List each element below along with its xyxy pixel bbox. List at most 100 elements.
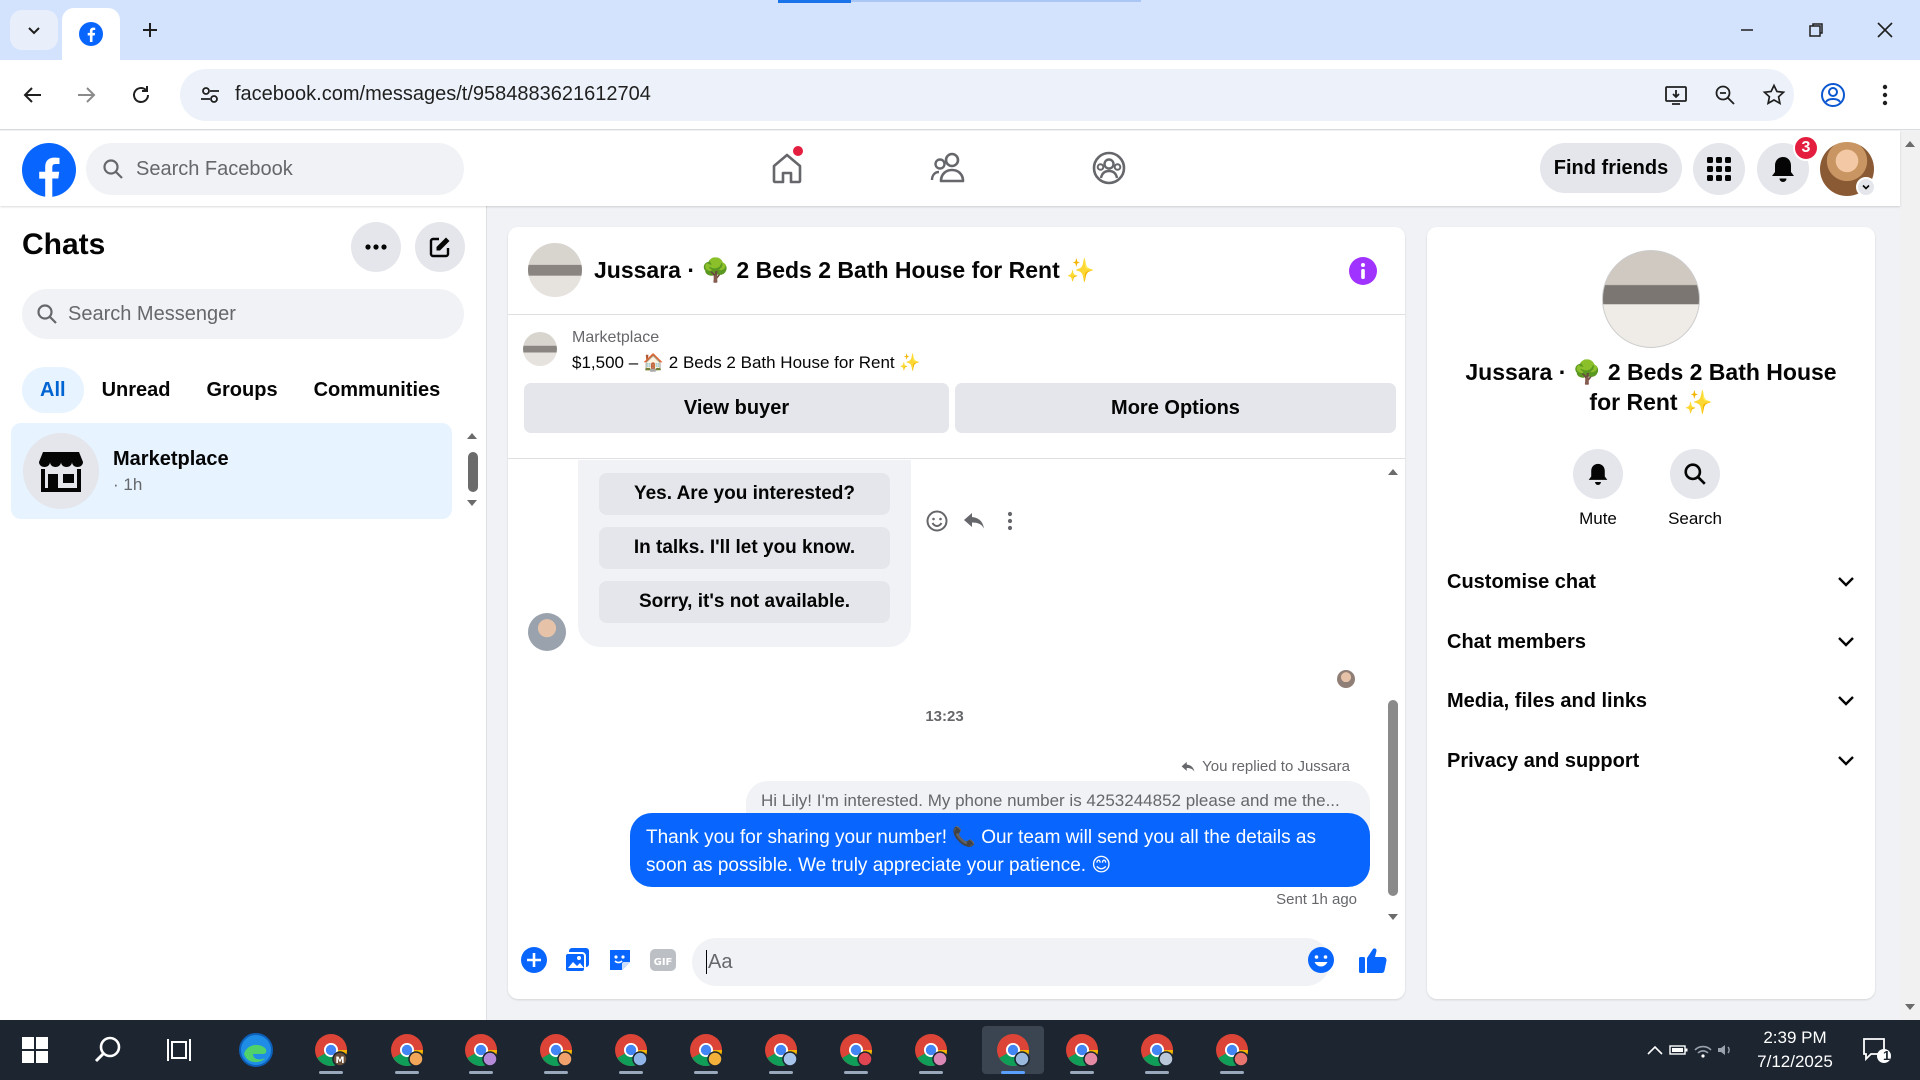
search-in-conversation-button[interactable] [1670,449,1720,499]
close-window-button[interactable] [1860,10,1910,50]
view-buyer-button[interactable]: View buyer [524,383,949,433]
task-view-button[interactable] [155,1026,203,1074]
nav-home[interactable] [759,143,815,193]
filter-groups[interactable]: Groups [188,367,295,413]
more-actions-button[interactable] [518,944,550,976]
bookmark-button[interactable] [1758,79,1790,111]
thread-scroll-thumb[interactable] [1388,700,1398,896]
replied-label: You replied to Jussara [1202,758,1350,775]
browser-profile-button[interactable] [1815,77,1851,113]
message-more-button[interactable] [997,508,1023,534]
section-label: Privacy and support [1447,749,1640,772]
account-menu-chevron[interactable] [1856,177,1876,197]
sticker-icon [610,950,630,970]
taskbar-chrome-11[interactable] [1058,1026,1106,1074]
react-button[interactable] [924,508,950,534]
chat-members-section[interactable]: Chat members [1447,617,1855,667]
site-info-button[interactable] [192,77,228,113]
attach-photo-button[interactable] [561,944,593,976]
filter-communities[interactable]: Communities [296,367,459,413]
tune-icon [201,87,219,103]
mute-button[interactable] [1573,449,1623,499]
volume-tray-icon[interactable] [1714,1038,1738,1062]
taskbar-chrome-6[interactable] [682,1026,730,1074]
taskbar-chrome-4[interactable] [532,1026,580,1074]
reply-button[interactable] [961,508,987,534]
outgoing-message[interactable]: Thank you for sharing your number! 📞 Our… [630,813,1370,887]
filter-unread[interactable]: Unread [84,367,189,413]
minimize-button[interactable] [1722,10,1772,50]
nav-groups[interactable] [1081,143,1137,193]
browser-menu-button[interactable] [1870,77,1900,113]
reload-button[interactable] [121,75,161,115]
taskbar-chrome-2[interactable] [383,1026,431,1074]
sticker-button[interactable] [604,944,636,976]
start-button[interactable] [11,1026,59,1074]
tab-search-button[interactable] [10,10,58,50]
show-hidden-icons-button[interactable] [1643,1038,1667,1062]
media-files-links-section[interactable]: Media, files and links [1447,676,1855,726]
chat-list-item-marketplace[interactable]: Marketplace · 1h [11,423,452,519]
running-indicator [1145,1071,1169,1074]
conversation-avatar[interactable] [528,243,582,297]
conversation-title[interactable]: Jussara · 🌳 2 Beds 2 Bath House for Rent… [594,257,1095,284]
battery-tray-icon[interactable] [1667,1038,1691,1062]
taskbar-chrome-10-active[interactable] [982,1026,1044,1074]
chat-list-scroll-thumb[interactable] [468,452,478,492]
new-message-button[interactable] [415,222,465,272]
chats-options-button[interactable] [351,222,401,272]
chat-info-avatar[interactable] [1602,250,1700,348]
quick-reply-interested[interactable]: Yes. Are you interested? [599,473,890,515]
taskbar-chrome-8[interactable] [832,1026,880,1074]
url-text[interactable]: facebook.com/messages/t/9584883621612704 [235,83,651,106]
restore-button[interactable] [1791,10,1841,50]
svg-text:GIF: GIF [654,957,673,968]
taskbar-chrome-1[interactable]: M [307,1026,355,1074]
taskbar-chrome-3[interactable] [457,1026,505,1074]
network-tray-icon[interactable] [1691,1038,1715,1062]
facebook-logo-icon[interactable] [22,143,76,197]
taskbar-chrome-7[interactable] [757,1026,805,1074]
menu-button[interactable] [1693,143,1745,195]
filter-all[interactable]: All [22,367,84,413]
emoji-button[interactable] [1305,944,1337,976]
taskbar-chrome-13[interactable] [1208,1026,1256,1074]
taskbar-search-button[interactable] [84,1026,132,1074]
zoom-button[interactable] [1709,79,1741,111]
mute-action[interactable]: Mute [1558,449,1638,529]
photo-icon [564,948,589,973]
search-action[interactable]: Search [1655,449,1735,529]
taskbar-edge[interactable] [232,1026,280,1074]
new-tab-button[interactable] [134,14,166,46]
address-bar[interactable]: facebook.com/messages/t/9584883621612704 [180,69,1794,121]
find-friends-button[interactable]: Find friends [1540,143,1682,193]
chrome-profile-icon [690,1034,723,1067]
privacy-support-section[interactable]: Privacy and support [1447,736,1855,786]
system-clock[interactable]: 2:39 PM 7/12/2025 [1740,1026,1850,1074]
windows-taskbar: M 2:39 PM 7/12/2025 1 [0,1020,1920,1080]
taskbar-chrome-5[interactable] [607,1026,655,1074]
taskbar-chrome-9[interactable] [907,1026,955,1074]
like-button[interactable] [1357,944,1389,976]
page-scrollbar[interactable] [1900,131,1920,1020]
back-button[interactable] [13,75,53,115]
taskbar-chrome-12[interactable] [1133,1026,1181,1074]
more-options-button[interactable]: More Options [955,383,1396,433]
chrome-profile-icon [391,1034,424,1067]
notification-center-button[interactable]: 1 [1858,1034,1894,1066]
quick-reply-not-available[interactable]: Sorry, it's not available. [599,581,890,623]
info-icon[interactable] [1348,256,1378,286]
browser-tab-facebook[interactable] [62,8,120,60]
install-app-button[interactable] [1660,79,1692,111]
message-input[interactable]: Aa [692,938,1330,986]
forward-button[interactable] [66,75,106,115]
facebook-favicon-icon [79,22,103,46]
listing-price-title[interactable]: $1,500 – 🏠 2 Beds 2 Bath House for Rent … [572,353,921,373]
messenger-search-input[interactable]: Search Messenger [22,289,464,339]
gif-button[interactable]: GIF [647,944,679,976]
nav-friends[interactable] [920,143,976,193]
customise-chat-section[interactable]: Customise chat [1447,557,1855,607]
windows-logo-icon [22,1037,48,1063]
quick-reply-in-talks[interactable]: In talks. I'll let you know. [599,527,890,569]
facebook-search-input[interactable]: Search Facebook [86,143,464,195]
